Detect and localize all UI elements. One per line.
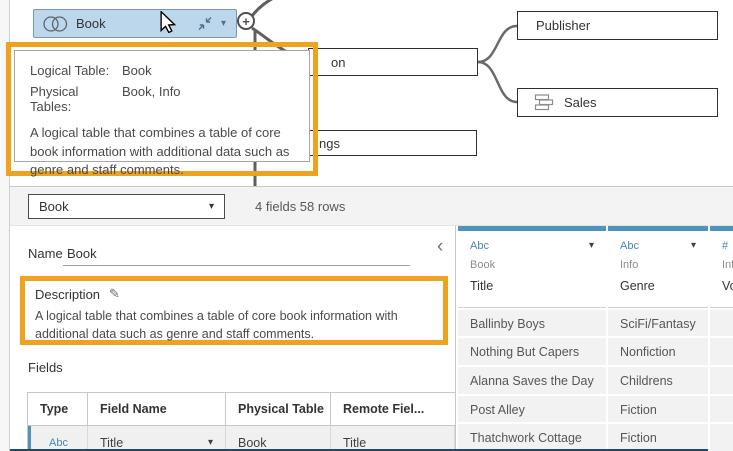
grid-cell: Fiction — [608, 396, 708, 423]
mouse-cursor-icon — [160, 11, 176, 33]
logical-table-node-book-selected[interactable]: Book ▾ — [33, 9, 237, 38]
physical-table-value: Book — [226, 426, 331, 451]
column-header[interactable]: # Inf Vo — [710, 231, 733, 308]
collapse-panel-chevron-icon[interactable]: ‹ — [437, 237, 443, 256]
table-node-label: Sales — [564, 95, 597, 110]
grid-cell — [710, 424, 733, 451]
fields-rows-summary: 4 fields 58 rows — [255, 194, 345, 219]
add-relationship-button[interactable]: + — [237, 12, 255, 30]
table-node-publisher[interactable]: Publisher — [517, 11, 718, 40]
fields-header-remote-field: Remote Fiel... — [331, 393, 455, 425]
annotation-highlight-box-description: Description ✎ A logical table that combi… — [20, 276, 448, 345]
dropdown-caret-icon: ▾ — [209, 202, 214, 212]
field-name-dropdown[interactable]: Title ▾ — [88, 426, 226, 451]
table-node-partially-hidden-edition[interactable]: on — [308, 48, 478, 76]
grid-column-genre: Abc ▾ Info Genre SciFi/Fantasy Nonfictio… — [608, 226, 708, 451]
collapse-table-icon[interactable] — [198, 17, 212, 30]
grid-cell: Childrens — [608, 367, 708, 394]
annotation-highlight-box: Logical Table: Book Physical Tables: Boo… — [6, 42, 318, 176]
table-node-label: on — [331, 55, 345, 70]
name-input-underline — [63, 265, 410, 266]
string-type-icon: Abc — [620, 240, 639, 252]
grid-cell: Alanna Saves the Day — [458, 367, 606, 394]
string-type-icon: Abc — [49, 437, 68, 449]
logical-table-label: Logical Table: — [30, 63, 122, 78]
fields-header-physical-table: Physical Table — [226, 393, 331, 425]
column-menu-caret-icon[interactable]: ▾ — [691, 241, 696, 251]
grid-column-clipped: # Inf Vo — [710, 226, 733, 451]
column-header[interactable]: Abc ▾ Book Title — [458, 231, 606, 308]
table-selector-dropdown[interactable]: Book ▾ — [28, 194, 225, 219]
fields-table: Type Field Name Physical Table Remote Fi… — [27, 392, 456, 451]
grid-cell: Nonfiction — [608, 338, 708, 365]
column-table-name: Inf — [722, 259, 733, 271]
selected-row-accent — [28, 426, 31, 451]
grid-column-title: Abc ▾ Book Title Ballinby Boys Nothing B… — [458, 226, 606, 451]
grid-cell: SciFi/Fantasy — [608, 310, 708, 337]
table-tooltip: Logical Table: Book Physical Tables: Boo… — [14, 50, 310, 162]
description-text: A logical table that combines a table of… — [35, 307, 431, 343]
fields-table-row[interactable]: Abc Title ▾ Book Title — [28, 426, 455, 451]
grid-cell — [710, 310, 733, 337]
name-label: Name — [28, 246, 63, 261]
column-table-name: Info — [620, 259, 696, 271]
grid-cell — [710, 338, 733, 365]
column-table-name: Book — [470, 259, 594, 271]
grid-cell — [710, 367, 733, 394]
grid-cell — [710, 396, 733, 423]
grid-cell: Post Alley — [458, 396, 606, 423]
physical-tables-value: Book, Info — [122, 84, 181, 114]
description-label: Description — [35, 287, 100, 302]
column-field-name: Genre — [620, 279, 696, 293]
string-type-icon: Abc — [470, 240, 489, 252]
logical-table-value: Book — [122, 63, 152, 78]
multiple-tables-icon — [534, 94, 554, 111]
venn-join-icon — [42, 15, 69, 33]
grid-cell: Ballinby Boys — [458, 310, 606, 337]
grid-cell: Nothing But Capers — [458, 338, 606, 365]
remote-field-value: Title — [331, 426, 455, 451]
data-preview-grid: Abc ▾ Book Title Ballinby Boys Nothing B… — [455, 226, 733, 451]
preview-toolbar: Book ▾ 4 fields 58 rows — [10, 187, 733, 226]
table-node-label: Publisher — [536, 18, 590, 33]
table-node-sales[interactable]: Sales — [517, 88, 718, 117]
column-header[interactable]: Abc ▾ Info Genre — [608, 231, 708, 308]
edit-description-pencil-icon[interactable]: ✎ — [109, 286, 120, 302]
tooltip-description: A logical table that combines a table of… — [30, 124, 293, 180]
logical-table-node-label: Book — [76, 16, 106, 31]
table-node-label: ngs — [319, 136, 340, 151]
column-menu-caret-icon[interactable]: ▾ — [589, 241, 594, 251]
grid-cell: Fiction — [608, 424, 708, 451]
node-menu-caret-icon[interactable]: ▾ — [221, 19, 226, 29]
column-field-name: Vo — [722, 279, 733, 293]
physical-tables-label: Physical Tables: — [30, 84, 122, 114]
number-type-icon: # — [722, 240, 728, 252]
grid-cell: Thatchwork Cottage — [458, 424, 606, 451]
field-name-caret-icon: ▾ — [208, 438, 213, 448]
fields-header-type: Type — [28, 393, 88, 425]
column-field-name: Title — [470, 279, 594, 293]
name-input-value[interactable]: Book — [67, 246, 97, 261]
fields-header-field-name: Field Name — [88, 393, 226, 425]
tableau-datasource-window: ngs on Publisher Sales Book — [0, 0, 733, 451]
fields-table-header-row: Type Field Name Physical Table Remote Fi… — [28, 393, 455, 426]
field-name-value: Title — [100, 436, 123, 450]
table-selector-value: Book — [39, 199, 69, 214]
